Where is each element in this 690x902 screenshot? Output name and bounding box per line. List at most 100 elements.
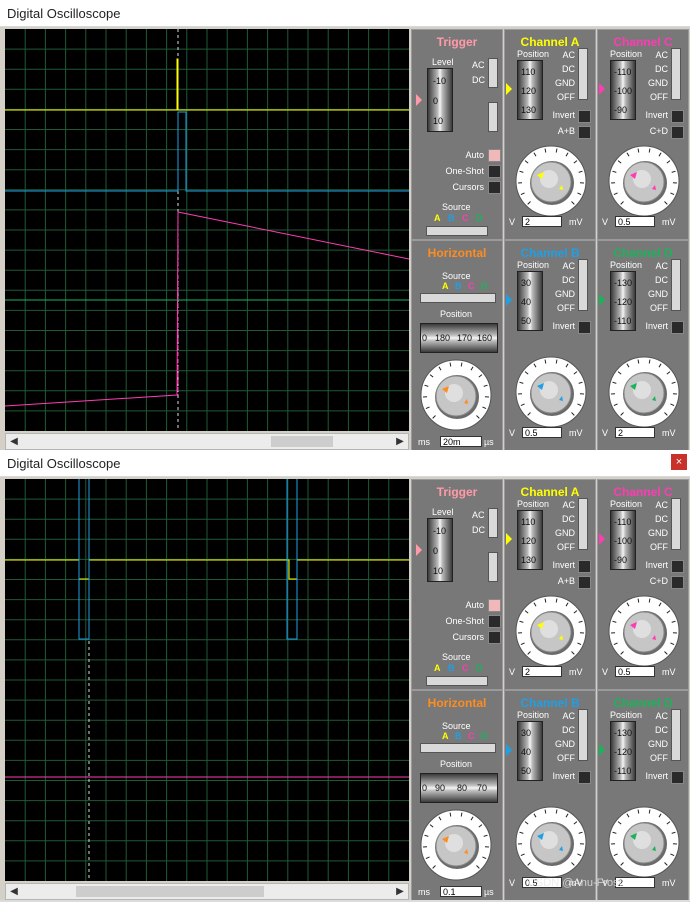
sum-button[interactable] (671, 576, 684, 589)
dial-tick (555, 359, 558, 364)
volts-input[interactable]: 2 (522, 666, 562, 677)
sum-button[interactable] (671, 126, 684, 139)
coupling-slider[interactable] (578, 709, 588, 761)
invert-button[interactable] (671, 110, 684, 123)
source-label: Source (442, 202, 471, 212)
drum-marker-icon (506, 83, 512, 95)
hsource-C: C (468, 281, 475, 291)
volts-per-div-knob[interactable] (608, 806, 680, 878)
coupling-slider[interactable] (671, 709, 681, 761)
unit-left: V (509, 878, 516, 888)
coupling-2: GND (555, 528, 575, 538)
trigger-edge-slider[interactable] (488, 552, 498, 582)
hposition-label: Position (440, 309, 473, 319)
volts-input[interactable]: 0.5 (615, 666, 655, 677)
drum-marker-icon (506, 744, 512, 756)
coupling-slider[interactable] (671, 259, 681, 311)
cursors-label: Cursors (452, 182, 484, 192)
trigger-edge-slider[interactable] (488, 102, 498, 132)
volts-per-div-knob[interactable] (608, 145, 680, 217)
oneshot-button[interactable] (488, 165, 501, 178)
hsource-A: A (442, 731, 449, 741)
coupling-slider[interactable] (671, 498, 681, 550)
channel-c-panel: Channel C Position -110 -100 -90 AC DC GND OFF In… (597, 29, 689, 240)
time-input[interactable]: 20m (440, 436, 482, 447)
drum-number: -90 (614, 555, 628, 565)
trigger-panel: Trigger Level -10 0 10 AC DC Auto One-Shot Cursor… (411, 479, 503, 690)
time-per-div-knob[interactable] (420, 809, 492, 881)
hsource-A: A (442, 281, 449, 291)
invert-label: Invert (552, 110, 575, 120)
oneshot-button[interactable] (488, 615, 501, 628)
volts-input[interactable]: 0.5 (615, 216, 655, 227)
coupling-slider[interactable] (671, 48, 681, 100)
drum-marker-icon (599, 744, 605, 756)
volts-input[interactable]: 2 (522, 216, 562, 227)
dial-tick (648, 148, 651, 153)
trigger-coupling-slider[interactable] (488, 508, 498, 538)
cursors-button[interactable] (488, 181, 501, 194)
volts-per-div-knob[interactable] (515, 806, 587, 878)
dial-tick (544, 809, 547, 814)
invert-button[interactable] (671, 321, 684, 334)
auto-button[interactable] (488, 599, 501, 612)
invert-label: Invert (645, 560, 668, 570)
horizontal-position-drum[interactable]: 0 90 80 70 (420, 773, 498, 803)
dial-tick (544, 598, 547, 603)
trigger-source-slider[interactable] (426, 226, 488, 236)
coupling-slider[interactable] (578, 259, 588, 311)
close-icon[interactable]: × (671, 454, 687, 470)
trigger-coupling-slider[interactable] (488, 58, 498, 88)
horizontal-source-slider[interactable] (420, 743, 496, 753)
scroll-left-icon[interactable]: ◀ (6, 884, 22, 899)
volts-input[interactable]: 2 (615, 427, 655, 438)
level-tick: 0 (433, 96, 439, 106)
sum-button[interactable] (578, 576, 591, 589)
volts-per-div-knob[interactable] (608, 356, 680, 428)
sum-button[interactable] (578, 126, 591, 139)
time-per-div-knob[interactable] (420, 359, 492, 431)
invert-button[interactable] (671, 771, 684, 784)
source-A: A (434, 663, 441, 673)
horizontal-position-drum[interactable]: 0 180 170 160 (420, 323, 498, 353)
coupling-2: GND (648, 78, 668, 88)
auto-button[interactable] (488, 149, 501, 162)
volts-input[interactable]: 0.5 (522, 427, 562, 438)
channel-title: Channel A (520, 485, 580, 499)
trigger-level-drum[interactable]: -10 0 10 (427, 518, 453, 582)
scroll-right-icon[interactable]: ▶ (392, 434, 408, 449)
invert-button[interactable] (671, 560, 684, 573)
drum-number: 130 (521, 105, 537, 115)
drum-number: 30 (521, 278, 532, 288)
channel-d-panel: Channel D Position -130 -120 -110 AC DC GND OFF I… (597, 240, 689, 450)
invert-button[interactable] (578, 771, 591, 784)
coupling-1: DC (562, 64, 575, 74)
coupling-2: GND (555, 78, 575, 88)
trigger-source-slider[interactable] (426, 676, 488, 686)
cursors-button[interactable] (488, 631, 501, 644)
volts-per-div-knob[interactable] (515, 145, 587, 217)
invert-button[interactable] (578, 110, 591, 123)
coupling-0: AC (655, 50, 668, 60)
coupling-1: DC (655, 725, 668, 735)
channel-title: Channel A (520, 35, 580, 49)
volts-per-div-knob[interactable] (515, 595, 587, 667)
coupling-slider[interactable] (578, 48, 588, 100)
volts-per-div-knob[interactable] (515, 356, 587, 428)
horizontal-scrollbar[interactable]: ◀ ▶ (5, 433, 409, 450)
trigger-level-drum[interactable]: -10 0 10 (427, 68, 453, 132)
dial-tick (555, 809, 558, 814)
scroll-thumb[interactable] (271, 436, 333, 447)
volts-per-div-knob[interactable] (608, 595, 680, 667)
horizontal-scrollbar[interactable]: ◀ ▶ (5, 883, 409, 900)
scroll-thumb[interactable] (76, 886, 264, 897)
time-input[interactable]: 0.1 (440, 886, 482, 897)
scroll-left-icon[interactable]: ◀ (6, 434, 22, 449)
auto-label: Auto (465, 150, 484, 160)
horizontal-panel: Horizontal Source A B C D Position 0 90 80 70 0.1 ms… (411, 690, 503, 900)
invert-button[interactable] (578, 560, 591, 573)
horizontal-source-slider[interactable] (420, 293, 496, 303)
scroll-right-icon[interactable]: ▶ (392, 884, 408, 899)
coupling-slider[interactable] (578, 498, 588, 550)
invert-button[interactable] (578, 321, 591, 334)
